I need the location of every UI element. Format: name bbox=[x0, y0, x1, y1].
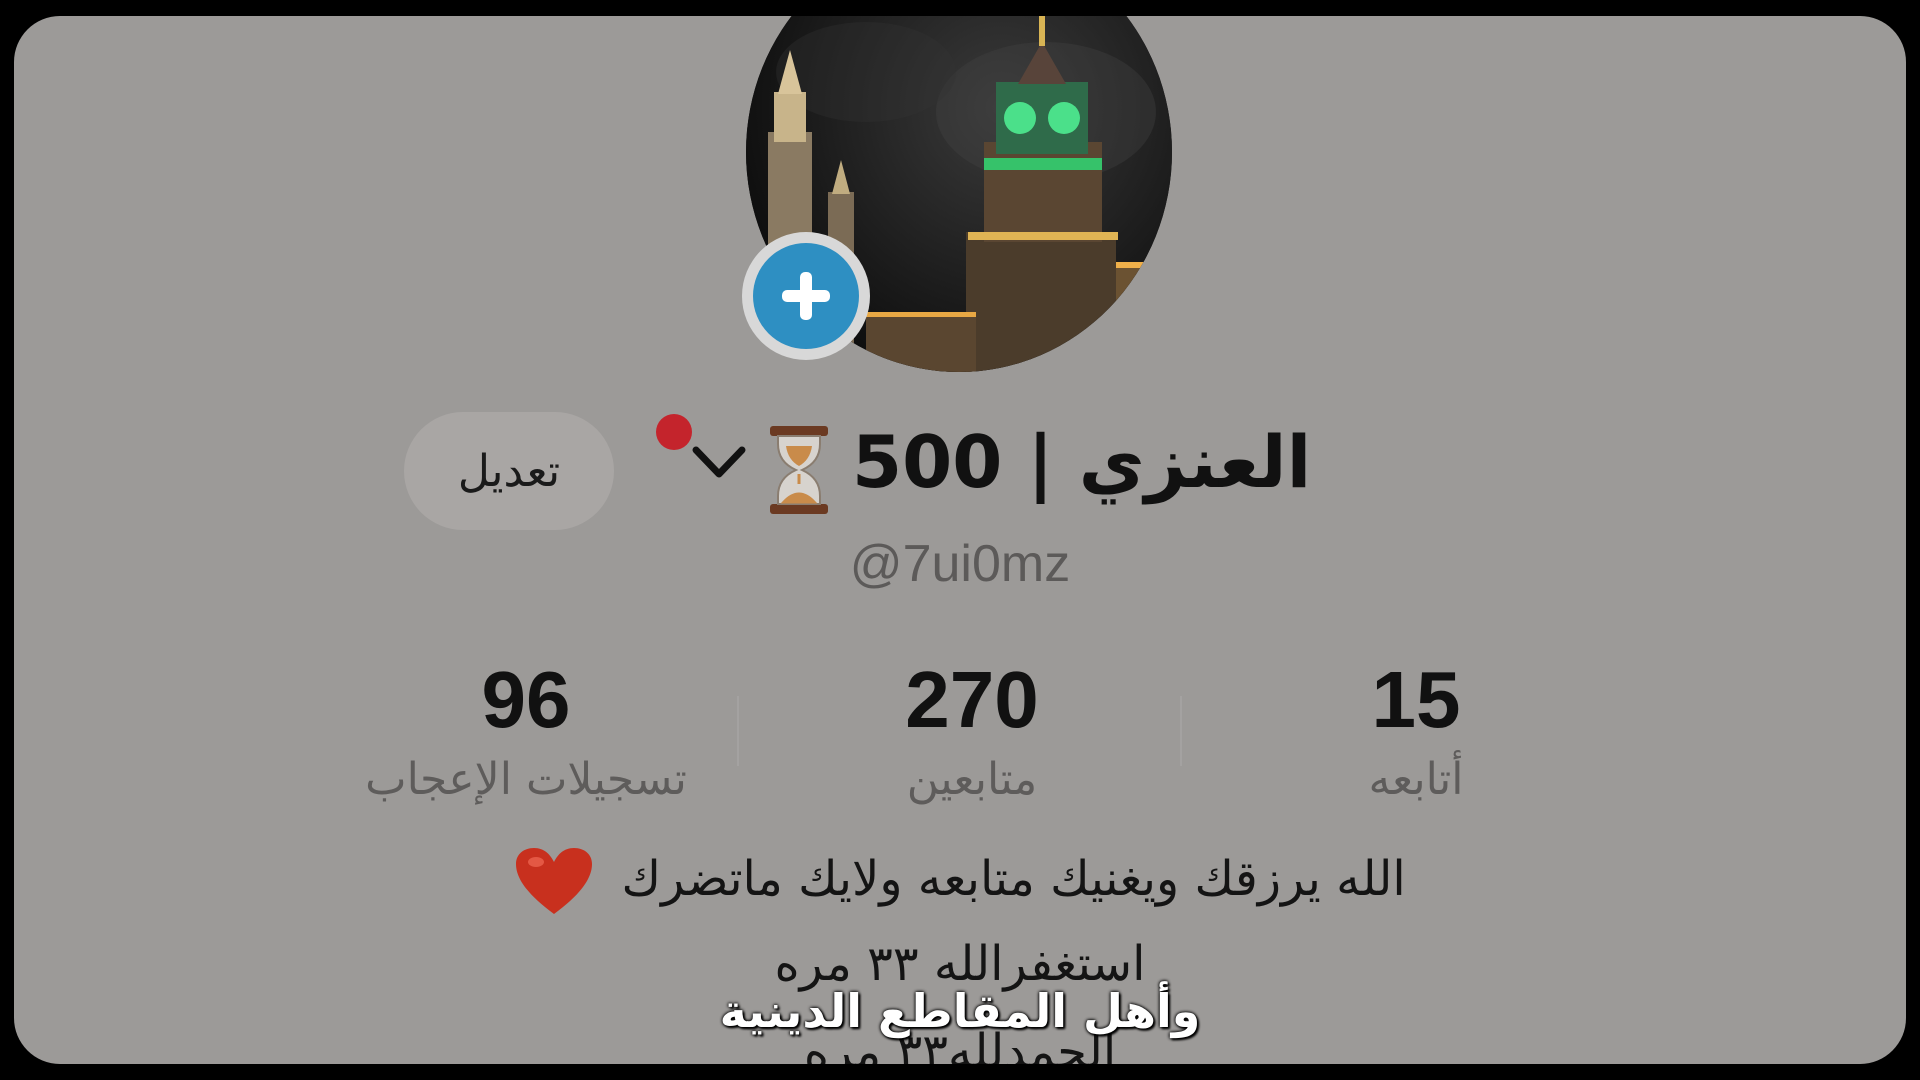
notification-dot bbox=[656, 414, 692, 450]
bio-text-1: الله يرزقك ويغنيك متابعه ولايك ماتضرك bbox=[621, 851, 1406, 907]
stat-likes[interactable]: 96 تسجيلات الإعجاب bbox=[296, 652, 756, 805]
heart-icon bbox=[516, 848, 593, 914]
likes-count: 96 bbox=[481, 655, 571, 744]
stat-divider bbox=[737, 696, 739, 766]
plus-icon bbox=[753, 243, 859, 349]
display-name: العنزي | 500 bbox=[852, 420, 1312, 504]
following-label: أتابعه bbox=[1368, 754, 1464, 805]
likes-label: تسجيلات الإعجاب bbox=[365, 754, 687, 805]
edit-profile-button[interactable]: تعديل bbox=[404, 412, 614, 530]
add-story-button[interactable] bbox=[742, 232, 870, 360]
stat-following[interactable]: 15 أتابعه bbox=[1186, 652, 1646, 805]
stat-divider bbox=[1180, 696, 1182, 766]
followers-label: متابعين bbox=[906, 754, 1038, 805]
stat-followers[interactable]: 270 متابعين bbox=[742, 652, 1202, 805]
bio-line-1: الله يرزقك ويغنيك متابعه ولايك ماتضرك bbox=[14, 846, 1906, 918]
profile-screen: تعديل العنزي | 500 @7ui0mz 96 تسجيلات ال… bbox=[14, 16, 1906, 1064]
following-count: 15 bbox=[1371, 655, 1461, 744]
hourglass-icon bbox=[770, 426, 828, 514]
video-caption: وأهل المقاطع الدينية bbox=[719, 984, 1201, 1038]
followers-count: 270 bbox=[905, 655, 1039, 744]
chevron-down-icon[interactable] bbox=[690, 442, 748, 482]
username-handle: @7ui0mz bbox=[849, 535, 1071, 593]
